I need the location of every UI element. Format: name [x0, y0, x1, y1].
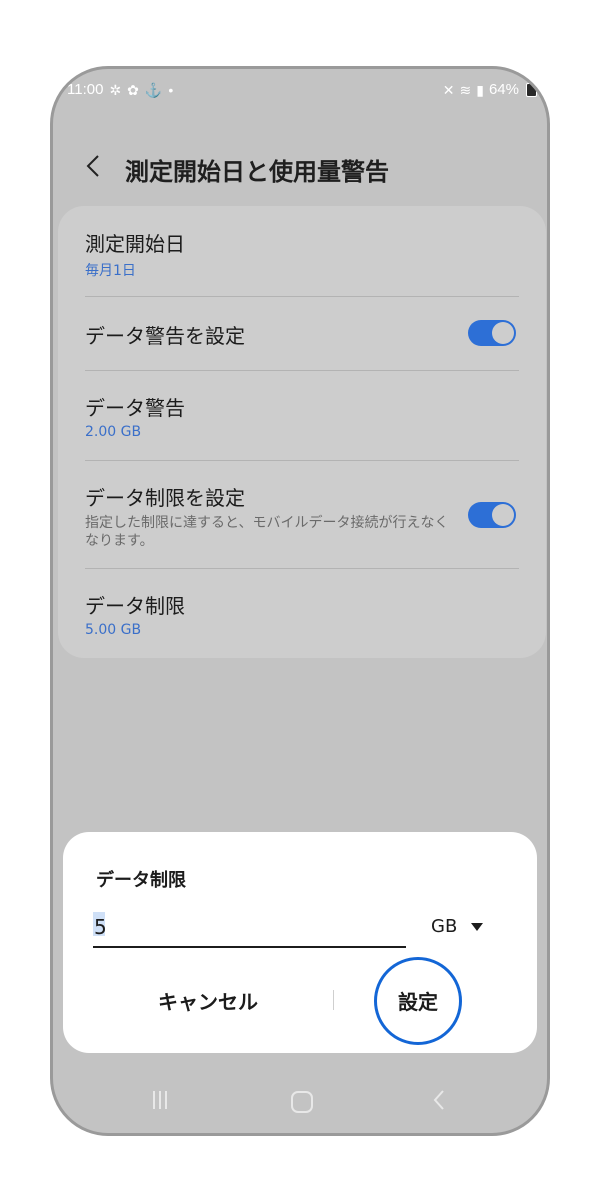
unit-label: GB	[431, 916, 458, 937]
recent-apps-icon[interactable]	[153, 1091, 167, 1109]
setting-title: データ警告	[85, 396, 185, 420]
status-time: 11:00	[67, 81, 104, 98]
setting-subtitle: 毎月1日	[85, 263, 136, 279]
setting-row-data-warning-toggle[interactable]: データ警告を設定	[58, 296, 546, 370]
toggle-knob	[492, 322, 514, 344]
toggle-knob	[492, 504, 514, 526]
navigation-bar	[53, 1079, 547, 1133]
setting-row-data-limit[interactable]: データ制限 5.00 GB	[58, 568, 546, 658]
setting-row-data-limit-toggle[interactable]: データ制限を設定 指定した制限に達すると、モバイルデータ接続が行えなくなります。	[58, 460, 546, 568]
chevron-left-icon	[86, 155, 99, 177]
data-warning-toggle[interactable]	[468, 320, 516, 346]
app-header: 測定開始日と使用量警告	[53, 144, 547, 194]
cancel-button[interactable]: キャンセル	[123, 976, 293, 1024]
dot-icon: •	[168, 81, 174, 98]
setting-title: データ制限を設定	[85, 486, 245, 510]
setting-row-data-warning[interactable]: データ警告 2.00 GB	[58, 370, 546, 460]
back-button[interactable]	[73, 144, 113, 188]
setting-subtitle: 5.00 GB	[85, 622, 142, 638]
status-right: ✕ ≋ ▮ 64%	[443, 81, 537, 98]
nav-back-icon[interactable]	[433, 1089, 445, 1115]
battery-percent: 64%	[488, 81, 519, 98]
wifi-icon: ≋	[459, 81, 472, 98]
data-limit-dialog: データ制限 GB キャンセル 設定	[63, 832, 537, 1053]
signal-icon: ▮	[476, 81, 484, 98]
data-limit-toggle[interactable]	[468, 502, 516, 528]
setting-title: 測定開始日	[85, 232, 185, 256]
page-title: 測定開始日と使用量警告	[125, 158, 389, 186]
set-button[interactable]: 設定	[375, 976, 461, 1024]
button-divider	[333, 990, 334, 1010]
phone-frame: 11:00 ✲ ✿ ⚓ • ✕ ≋ ▮ 64% 測定開始日と使用量警告 測定開始…	[50, 66, 550, 1136]
home-icon[interactable]	[291, 1091, 313, 1113]
status-bar: 11:00 ✲ ✿ ⚓ • ✕ ≋ ▮ 64%	[53, 69, 547, 113]
setting-subtitle: 2.00 GB	[85, 424, 142, 440]
usb-icon: ⚓	[144, 81, 163, 98]
setting-description: 指定した制限に達すると、モバイルデータ接続が行えなくなります。	[85, 515, 449, 549]
unit-select[interactable]: GB	[431, 916, 484, 937]
setting-title: データ警告を設定	[85, 324, 245, 348]
flower-icon: ✲	[109, 81, 122, 98]
caret-down-icon	[471, 922, 484, 931]
status-left: 11:00 ✲ ✿ ⚓ •	[67, 81, 173, 98]
battery-icon	[526, 82, 537, 97]
mute-icon: ✕	[442, 81, 455, 98]
limit-input[interactable]	[93, 908, 406, 948]
setting-row-start-date[interactable]: 測定開始日 毎月1日	[58, 206, 546, 296]
settings-card: 測定開始日 毎月1日 データ警告を設定 データ警告 2.00 GB データ制限を…	[58, 206, 546, 658]
setting-title: データ制限	[85, 594, 185, 618]
gallery-icon: ✿	[127, 81, 139, 98]
dialog-title: データ制限	[96, 870, 186, 891]
